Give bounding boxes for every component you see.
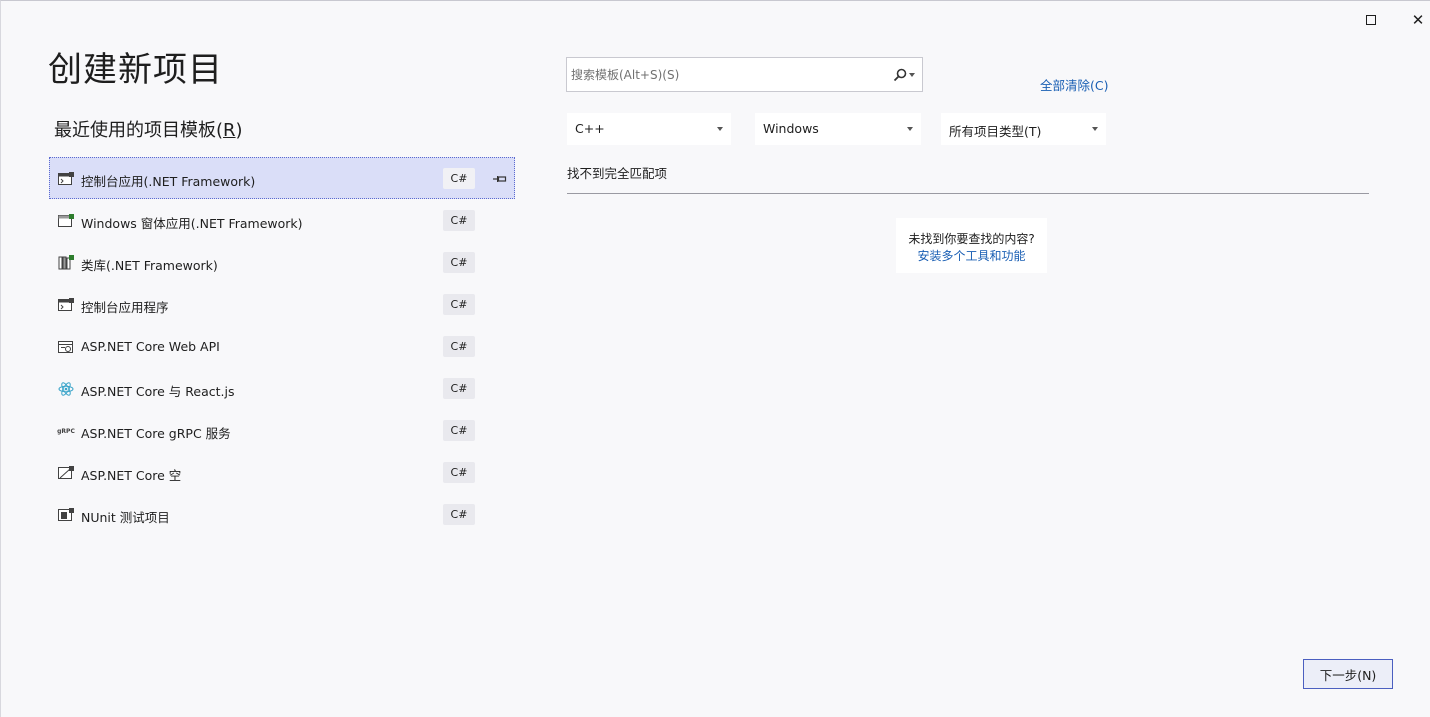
chevron-down-icon	[717, 127, 723, 131]
template-name: 类库(.NET Framework)	[81, 258, 218, 273]
help-box: 未找到你要查找的内容? 安装多个工具和功能	[896, 218, 1047, 273]
template-item[interactable]: Windows 窗体应用(.NET Framework) C#	[49, 199, 515, 241]
recent-heading-accesskey: R	[223, 120, 236, 141]
template-name: ASP.NET Core Web API	[81, 339, 220, 354]
template-item[interactable]: ASP.NET Core 空 C#	[49, 451, 515, 493]
help-question: 未找到你要查找的内容?	[908, 232, 1035, 246]
template-name: NUnit 测试项目	[81, 510, 170, 525]
results-divider	[567, 193, 1369, 194]
class-library-icon	[58, 255, 74, 271]
maximize-icon	[1366, 15, 1376, 25]
chevron-down-icon	[907, 127, 913, 131]
recent-templates-heading: 最近使用的项目模板(R)	[54, 116, 243, 142]
template-name: ASP.NET Core gRPC 服务	[81, 426, 231, 441]
no-match-message: 找不到完全匹配项	[567, 166, 668, 181]
template-name: ASP.NET Core 与 React.js	[81, 384, 235, 399]
platform-filter-value: Windows	[763, 121, 819, 136]
console-app-icon	[58, 297, 74, 313]
close-icon: ✕	[1411, 10, 1425, 29]
page-title: 创建新项目	[48, 50, 223, 90]
template-name: Windows 窗体应用(.NET Framework)	[81, 216, 303, 231]
pin-icon[interactable]	[492, 171, 508, 187]
react-icon	[58, 381, 74, 397]
recent-heading-text: 最近使用的项目模板(	[54, 120, 224, 141]
search-options-button[interactable]	[893, 66, 921, 84]
language-filter-dropdown[interactable]: C++	[567, 113, 731, 145]
chevron-down-icon	[909, 73, 915, 77]
language-badge: C#	[443, 336, 475, 357]
language-filter-value: C++	[575, 121, 605, 136]
search-input[interactable]	[571, 64, 886, 86]
maximize-button[interactable]	[1356, 8, 1386, 32]
language-badge: C#	[443, 504, 475, 525]
install-tools-link[interactable]: 安装多个工具和功能	[896, 247, 1047, 264]
template-name: ASP.NET Core 空	[81, 468, 182, 483]
template-item[interactable]: 控制台应用(.NET Framework) C#	[49, 157, 515, 199]
language-badge: C#	[443, 168, 475, 189]
language-badge: C#	[443, 252, 475, 273]
language-badge: C#	[443, 378, 475, 399]
language-badge: C#	[443, 420, 475, 441]
grpc-icon: gRPC	[57, 427, 75, 435]
web-api-icon	[58, 339, 74, 355]
template-item[interactable]: ASP.NET Core 与 React.js C#	[49, 367, 515, 409]
search-icon	[893, 68, 907, 82]
language-badge: C#	[443, 210, 475, 231]
language-badge: C#	[443, 462, 475, 483]
language-badge: C#	[443, 294, 475, 315]
project-type-filter-value: 所有项目类型(T)	[949, 124, 1042, 139]
test-project-icon	[58, 507, 74, 523]
empty-web-icon	[58, 465, 74, 481]
template-item[interactable]: ASP.NET Core Web API C#	[49, 325, 515, 367]
template-item[interactable]: 类库(.NET Framework) C#	[49, 241, 515, 283]
template-name: 控制台应用(.NET Framework)	[81, 174, 256, 189]
windows-form-icon	[58, 213, 74, 229]
template-item[interactable]: 控制台应用程序 C#	[49, 283, 515, 325]
template-item[interactable]: gRPC ASP.NET Core gRPC 服务 C#	[49, 409, 515, 451]
recent-template-list: 控制台应用(.NET Framework) C# Windows 窗体应用(.NET…	[49, 157, 515, 535]
clear-all-link[interactable]: 全部清除(C)	[1040, 75, 1108, 94]
next-button[interactable]: 下一步(N)	[1303, 659, 1393, 689]
console-app-icon	[58, 171, 74, 187]
platform-filter-dropdown[interactable]: Windows	[755, 113, 921, 145]
search-box[interactable]	[566, 57, 923, 92]
chevron-down-icon	[1092, 127, 1098, 131]
close-button[interactable]: ✕	[1403, 8, 1430, 32]
recent-heading-suffix: )	[235, 120, 243, 141]
project-type-filter-dropdown[interactable]: 所有项目类型(T)	[941, 113, 1106, 145]
template-name: 控制台应用程序	[81, 300, 169, 315]
template-item[interactable]: NUnit 测试项目 C#	[49, 493, 515, 535]
